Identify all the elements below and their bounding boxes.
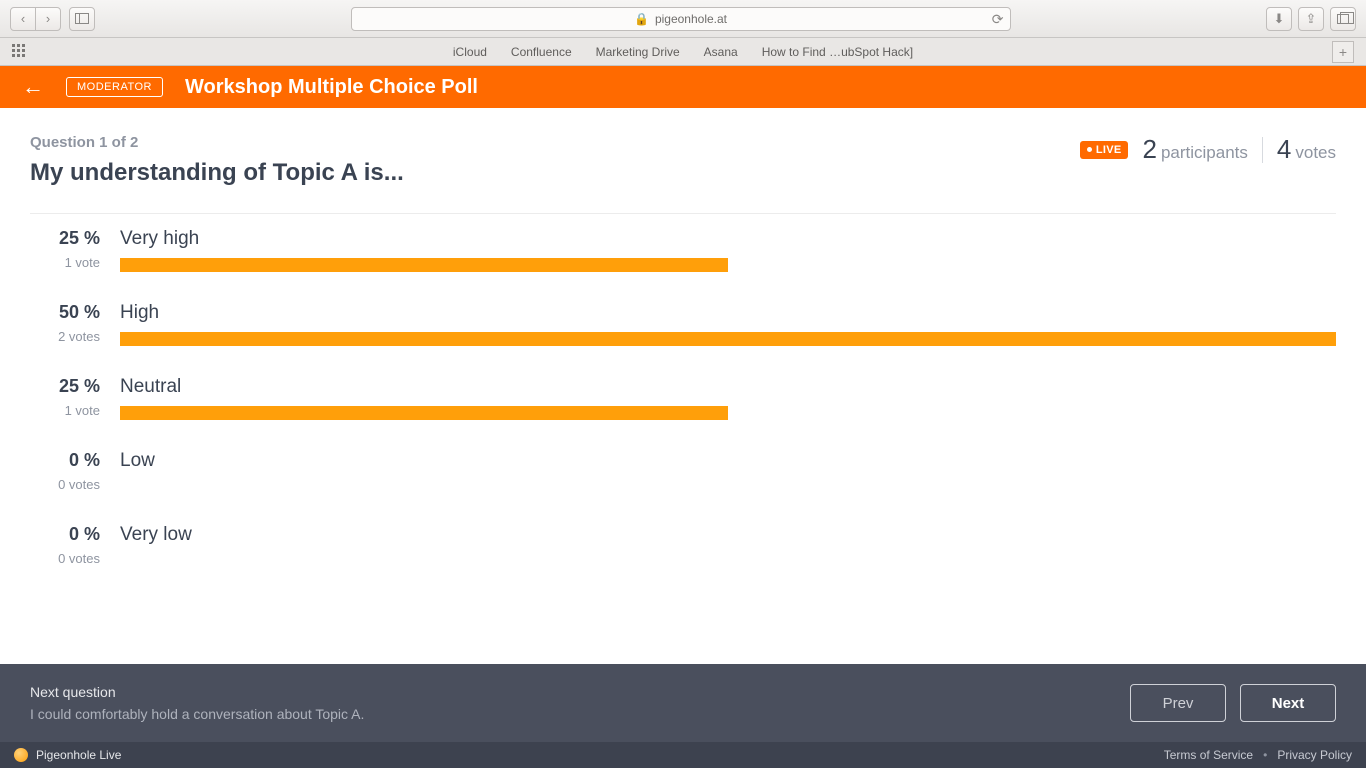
tabs-icon bbox=[1337, 14, 1349, 24]
browser-right-buttons: ⬇ ⇪ bbox=[1266, 7, 1356, 31]
back-arrow-icon[interactable]: ← bbox=[22, 74, 44, 100]
option-bar-fill bbox=[120, 332, 1336, 346]
address-bar[interactable]: 🔒 pigeonhole.at ⟳ bbox=[351, 7, 1011, 31]
option-bar-track bbox=[120, 258, 1336, 272]
option-label: Very low bbox=[120, 524, 1336, 546]
votes-stat: 4votes bbox=[1277, 134, 1336, 165]
next-button[interactable]: Next bbox=[1240, 684, 1336, 722]
option-body: Very low bbox=[120, 524, 1336, 568]
favorite-link[interactable]: iCloud bbox=[453, 45, 487, 59]
favorite-link[interactable]: Marketing Drive bbox=[596, 45, 680, 59]
poll-body: Question 1 of 2 My understanding of Topi… bbox=[0, 108, 1366, 568]
option-votes: 0 votes bbox=[30, 551, 100, 566]
question-meta-row: Question 1 of 2 My understanding of Topi… bbox=[30, 134, 1336, 187]
apps-icon[interactable] bbox=[12, 44, 28, 60]
reload-icon[interactable]: ⟳ bbox=[992, 11, 1004, 28]
votes-count: 4 bbox=[1277, 134, 1291, 164]
app-header: ← MODERATOR Workshop Multiple Choice Pol… bbox=[0, 66, 1366, 108]
poll-option: 0 % 0 votes Very low bbox=[30, 524, 1336, 568]
terms-link[interactable]: Terms of Service bbox=[1164, 748, 1253, 762]
question-text: My understanding of Topic A is... bbox=[30, 159, 404, 187]
browser-back-button[interactable]: ‹ bbox=[10, 7, 36, 31]
footer-dot: • bbox=[1263, 748, 1267, 762]
browser-toolbar: ‹ › 🔒 pigeonhole.at ⟳ ⬇ ⇪ bbox=[0, 0, 1366, 38]
downloads-button[interactable]: ⬇ bbox=[1266, 7, 1292, 31]
option-percent: 0 % bbox=[30, 450, 100, 471]
option-percent: 25 % bbox=[30, 376, 100, 397]
brand-name: Pigeonhole Live bbox=[36, 748, 121, 762]
tabs-button[interactable] bbox=[1330, 7, 1356, 31]
option-bar-track bbox=[120, 554, 1336, 568]
option-numbers: 50 % 2 votes bbox=[30, 302, 100, 344]
favorite-link[interactable]: How to Find …ubSpot Hack] bbox=[762, 45, 913, 59]
nav-back-forward: ‹ › bbox=[10, 7, 61, 31]
browser-forward-button[interactable]: › bbox=[35, 7, 61, 31]
question-position: Question 1 of 2 bbox=[30, 134, 404, 151]
browser-sidebar-button[interactable] bbox=[69, 7, 95, 31]
option-body: Neutral bbox=[120, 376, 1336, 420]
option-label: Neutral bbox=[120, 376, 1336, 398]
poll-option: 25 % 1 vote Very high bbox=[30, 228, 1336, 272]
option-numbers: 0 % 0 votes bbox=[30, 524, 100, 566]
option-numbers: 25 % 1 vote bbox=[30, 228, 100, 270]
new-tab-button[interactable]: + bbox=[1332, 41, 1354, 63]
poll-option: 0 % 0 votes Low bbox=[30, 450, 1336, 494]
address-bar-wrap: 🔒 pigeonhole.at ⟳ bbox=[103, 7, 1258, 31]
favorite-link[interactable]: Asana bbox=[704, 45, 738, 59]
option-votes: 1 vote bbox=[30, 403, 100, 418]
option-bar-track bbox=[120, 480, 1336, 494]
nav-buttons: Prev Next bbox=[1130, 684, 1336, 722]
app-footer: Pigeonhole Live Terms of Service • Priva… bbox=[0, 742, 1366, 768]
poll-option: 25 % 1 vote Neutral bbox=[30, 376, 1336, 420]
lock-icon: 🔒 bbox=[634, 12, 649, 26]
next-question-bar: Next question I could comfortably hold a… bbox=[0, 664, 1366, 742]
next-question-heading: Next question bbox=[30, 684, 364, 700]
poll-option: 50 % 2 votes High bbox=[30, 302, 1336, 346]
option-percent: 50 % bbox=[30, 302, 100, 323]
option-bar-track bbox=[120, 406, 1336, 420]
question-heading: Question 1 of 2 My understanding of Topi… bbox=[30, 134, 404, 187]
share-button[interactable]: ⇪ bbox=[1298, 7, 1324, 31]
participants-stat: 2 participants bbox=[1142, 134, 1247, 165]
brand-icon bbox=[14, 748, 28, 762]
participants-label: participants bbox=[1161, 143, 1248, 162]
address-host: pigeonhole.at bbox=[655, 12, 727, 26]
option-label: High bbox=[120, 302, 1336, 324]
favorites-links: iCloud Confluence Marketing Drive Asana … bbox=[453, 45, 913, 59]
option-bar-fill bbox=[120, 258, 728, 272]
option-label: Very high bbox=[120, 228, 1336, 250]
stat-divider bbox=[1262, 137, 1263, 163]
moderator-badge: MODERATOR bbox=[66, 77, 163, 97]
privacy-link[interactable]: Privacy Policy bbox=[1277, 748, 1352, 762]
favorite-link[interactable]: Confluence bbox=[511, 45, 572, 59]
option-percent: 0 % bbox=[30, 524, 100, 545]
option-percent: 25 % bbox=[30, 228, 100, 249]
option-votes: 2 votes bbox=[30, 329, 100, 344]
option-numbers: 25 % 1 vote bbox=[30, 376, 100, 418]
option-body: Very high bbox=[120, 228, 1336, 272]
participants-count: 2 bbox=[1142, 134, 1156, 164]
sidebar-icon bbox=[75, 13, 89, 24]
option-votes: 0 votes bbox=[30, 477, 100, 492]
option-bar-track bbox=[120, 332, 1336, 346]
option-body: Low bbox=[120, 450, 1336, 494]
poll-stats: LIVE 2 participants 4votes bbox=[1080, 134, 1336, 165]
poll-options: 25 % 1 vote Very high 50 % 2 votes High 25 % 1 … bbox=[30, 228, 1336, 568]
option-label: Low bbox=[120, 450, 1336, 472]
next-question-text: I could comfortably hold a conversation … bbox=[30, 706, 364, 722]
option-bar-fill bbox=[120, 406, 728, 420]
live-badge: LIVE bbox=[1080, 141, 1129, 159]
footer-links: Terms of Service • Privacy Policy bbox=[1164, 748, 1352, 762]
votes-label: votes bbox=[1295, 143, 1336, 162]
page-title: Workshop Multiple Choice Poll bbox=[185, 76, 478, 99]
prev-button[interactable]: Prev bbox=[1130, 684, 1226, 722]
next-question-info: Next question I could comfortably hold a… bbox=[30, 684, 364, 722]
section-divider bbox=[30, 213, 1336, 214]
option-body: High bbox=[120, 302, 1336, 346]
favorites-bar: iCloud Confluence Marketing Drive Asana … bbox=[0, 38, 1366, 66]
option-votes: 1 vote bbox=[30, 255, 100, 270]
option-numbers: 0 % 0 votes bbox=[30, 450, 100, 492]
